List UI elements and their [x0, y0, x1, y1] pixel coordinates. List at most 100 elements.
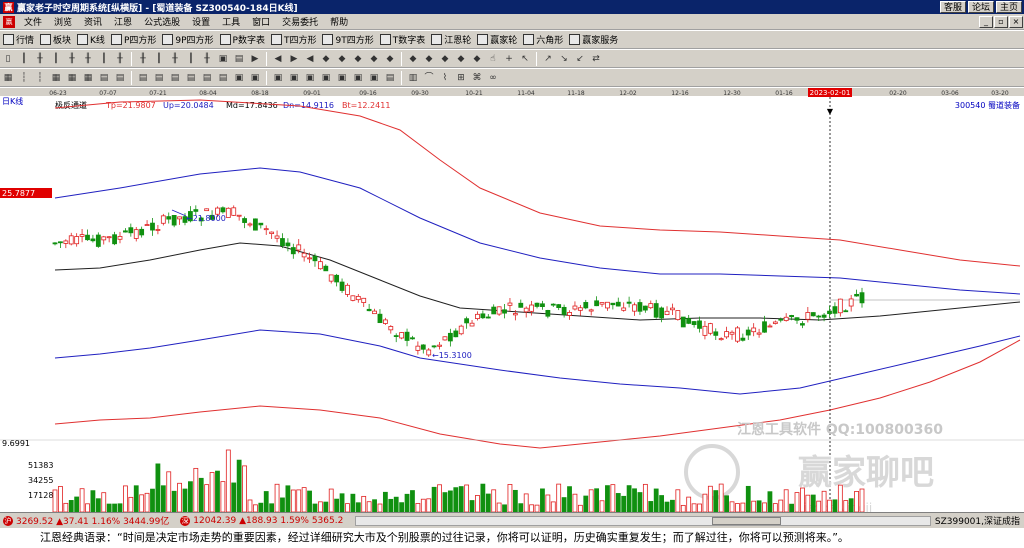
draw-tool-icon[interactable]: ◆ [470, 52, 484, 66]
minimize-icon[interactable]: _ [979, 15, 993, 28]
draw-tool-icon[interactable]: ┃ [49, 52, 63, 66]
restore-icon[interactable]: ▫ [994, 15, 1008, 28]
analysis-tool-icon[interactable]: ▣ [335, 71, 349, 85]
analysis-tool-icon[interactable]: ▣ [287, 71, 301, 85]
horizontal-scrollbar[interactable] [355, 515, 931, 526]
close-icon[interactable]: × [1009, 15, 1023, 28]
toolbar-button-p-square[interactable]: P四方形 [108, 33, 159, 46]
draw-tool-icon[interactable]: ↗ [541, 52, 555, 66]
draw-tool-icon[interactable]: ↙ [573, 52, 587, 66]
analysis-tool-icon[interactable]: ▦ [1, 71, 15, 85]
draw-tool-icon[interactable]: ╫ [81, 52, 95, 66]
analysis-tool-icon[interactable]: ▤ [113, 71, 127, 85]
analysis-tool-icon[interactable]: ▤ [383, 71, 397, 85]
analysis-tool-icon[interactable]: ▤ [136, 71, 150, 85]
menu-trade[interactable]: 交易委托 [276, 15, 324, 28]
menu-settings[interactable]: 设置 [186, 15, 216, 28]
analysis-tool-icon[interactable]: ┆ [33, 71, 47, 85]
draw-tool-icon[interactable]: ☝ [486, 52, 500, 66]
system-menu-icon[interactable]: 赢 [3, 15, 15, 28]
draw-tool-icon[interactable]: ┃ [152, 52, 166, 66]
analysis-tool-icon[interactable]: ⊞ [454, 71, 468, 85]
draw-tool-icon[interactable]: ◆ [454, 52, 468, 66]
toolbar-button-kline[interactable]: K线 [74, 33, 108, 46]
menu-info[interactable]: 资讯 [78, 15, 108, 28]
analysis-tool-icon[interactable]: ∞ [486, 71, 500, 85]
draw-tool-icon[interactable]: ╫ [168, 52, 182, 66]
toolbar-button-winner-wheel[interactable]: 赢家轮 [474, 33, 520, 46]
draw-tool-icon[interactable]: ┃ [184, 52, 198, 66]
draw-tool-icon[interactable]: ◆ [422, 52, 436, 66]
draw-tool-icon[interactable]: ╫ [113, 52, 127, 66]
draw-tool-icon[interactable]: ↖ [518, 52, 532, 66]
analysis-tool-icon[interactable]: ▦ [49, 71, 63, 85]
toolbar-button-service[interactable]: 赢家服务 [566, 33, 621, 46]
draw-tool-icon[interactable]: ┃ [97, 52, 111, 66]
analysis-tool-icon[interactable]: ▣ [303, 71, 317, 85]
analysis-tool-icon[interactable]: ▤ [152, 71, 166, 85]
draw-tool-icon[interactable]: ╫ [136, 52, 150, 66]
analysis-tool-icon[interactable]: ▣ [232, 71, 246, 85]
draw-tool-icon[interactable]: ◀ [303, 52, 317, 66]
analysis-tool-icon[interactable]: ▦ [81, 71, 95, 85]
draw-tool-icon[interactable]: ╫ [65, 52, 79, 66]
toolbar-button-t-square[interactable]: T四方形 [268, 33, 320, 46]
link-forum[interactable]: 论坛 [967, 1, 994, 13]
draw-tool-icon[interactable]: ╫ [200, 52, 214, 66]
analysis-tool-icon[interactable]: ▤ [184, 71, 198, 85]
draw-tool-icon[interactable]: ⇄ [589, 52, 603, 66]
analysis-tool-icon[interactable]: ▥ [406, 71, 420, 85]
analysis-tool-icon[interactable]: ⌘ [470, 71, 484, 85]
analysis-tool-icon[interactable]: ▣ [248, 71, 262, 85]
toolbar-button-9p-square[interactable]: 9P四方形 [159, 33, 216, 46]
menu-window[interactable]: 窗口 [246, 15, 276, 28]
analysis-tool-icon[interactable]: ⌇ [438, 71, 452, 85]
draw-tool-icon[interactable]: ▤ [232, 52, 246, 66]
toolbar-button-blocks[interactable]: 板块 [37, 33, 74, 46]
draw-tool-icon[interactable]: ◆ [406, 52, 420, 66]
draw-tool-icon[interactable]: ┃ [17, 52, 31, 66]
link-service[interactable]: 客服 [939, 1, 966, 13]
menu-gann[interactable]: 江恩 [108, 15, 138, 28]
kline-chart-area[interactable]: 06-23 07-07 07-21 08-04 08-18 09-01 09-16 09-30… [0, 88, 1024, 512]
analysis-tool-icon[interactable]: ▣ [319, 71, 333, 85]
toolbar-button-p-number[interactable]: P数字表 [217, 33, 268, 46]
toolbar-button-9t-square[interactable]: 9T四方形 [319, 33, 376, 46]
analysis-tool-icon[interactable]: ▦ [65, 71, 79, 85]
draw-tool-icon[interactable]: ↘ [557, 52, 571, 66]
analysis-tool-icon[interactable]: ▤ [216, 71, 230, 85]
draw-tool-icon[interactable]: ▶ [287, 52, 301, 66]
toolbar-button-hexagon[interactable]: 六角形 [520, 33, 566, 46]
draw-tool-icon[interactable]: ◆ [367, 52, 381, 66]
index-sz[interactable]: 深 12042.39 ▲188.93 1.59% 5365.2 [177, 515, 343, 526]
analysis-tool-icon[interactable]: ▤ [97, 71, 111, 85]
menu-help[interactable]: 帮助 [324, 15, 354, 28]
index-sh[interactable]: 沪 3269.52 ▲37.41 1.16% 3444.99亿 [0, 514, 169, 527]
analysis-tool-icon[interactable]: ▣ [351, 71, 365, 85]
analysis-tool-icon[interactable]: ▣ [271, 71, 285, 85]
scroll-thumb[interactable] [711, 516, 781, 525]
draw-tool-icon[interactable]: ▣ [216, 52, 230, 66]
draw-tool-icon[interactable]: ▯ [1, 52, 15, 66]
draw-tool-icon[interactable]: ◆ [335, 52, 349, 66]
toolbar-button-gann-wheel[interactable]: 江恩轮 [428, 33, 474, 46]
draw-tool-icon[interactable]: ◀ [271, 52, 285, 66]
analysis-tool-icon[interactable]: ▤ [168, 71, 182, 85]
link-home[interactable]: 主页 [995, 1, 1022, 13]
draw-tool-icon[interactable]: ◆ [438, 52, 452, 66]
menu-formula[interactable]: 公式选股 [138, 15, 186, 28]
analysis-tool-icon[interactable]: ▣ [367, 71, 381, 85]
draw-tool-icon[interactable]: ◆ [383, 52, 397, 66]
menu-browse[interactable]: 浏览 [48, 15, 78, 28]
draw-tool-icon[interactable]: ◆ [351, 52, 365, 66]
analysis-tool-icon[interactable]: ⌒ [422, 71, 436, 85]
analysis-tool-icon[interactable]: ┆ [17, 71, 31, 85]
draw-tool-icon[interactable]: + [502, 52, 516, 66]
draw-tool-icon[interactable]: ╫ [33, 52, 47, 66]
analysis-tool-icon[interactable]: ▤ [200, 71, 214, 85]
toolbar-button-grid[interactable]: 行情 [0, 33, 37, 46]
kline-chart[interactable]: 06-23 07-07 07-21 08-04 08-18 09-01 09-16 09-30… [0, 88, 1024, 512]
toolbar-button-t-number[interactable]: T数字表 [377, 33, 429, 46]
menu-tools[interactable]: 工具 [216, 15, 246, 28]
menu-file[interactable]: 文件 [18, 15, 48, 28]
